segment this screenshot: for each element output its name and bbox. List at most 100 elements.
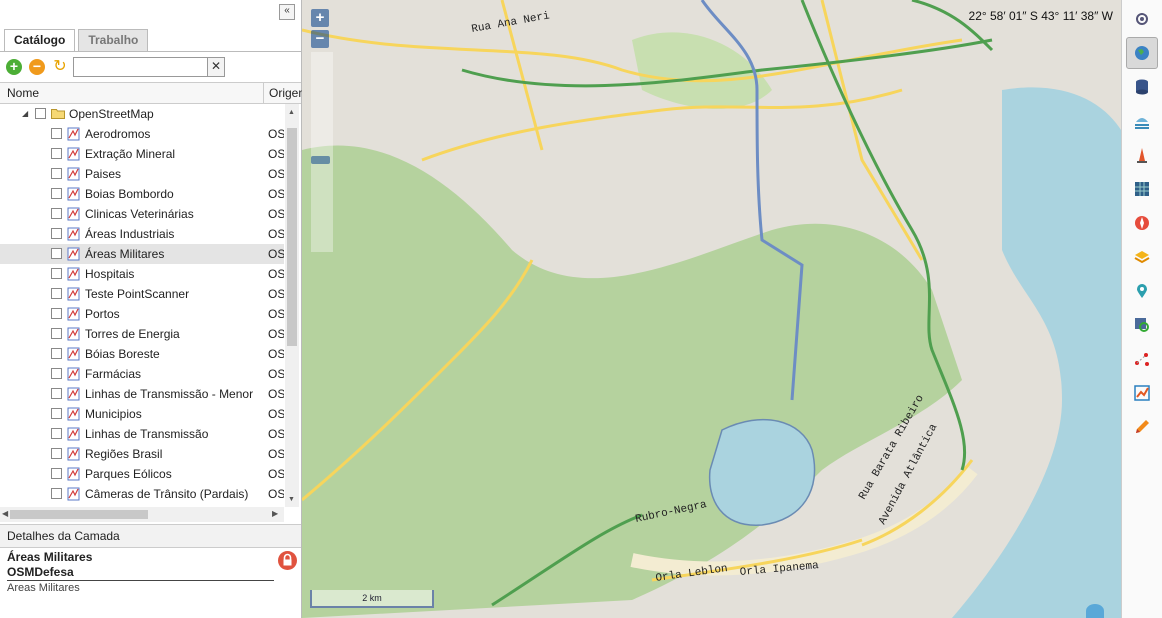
vertical-scroll-thumb[interactable] <box>287 128 297 346</box>
settings-icon[interactable] <box>1126 3 1158 35</box>
remove-icon[interactable]: − <box>29 59 45 75</box>
layer-origin: OSM <box>268 447 284 461</box>
layer-checkbox[interactable] <box>51 468 62 479</box>
layer-origin: OSM <box>268 267 284 281</box>
layer-origin: OSM <box>268 287 284 301</box>
layer-name: Farmácias <box>85 367 142 381</box>
root-checkbox[interactable] <box>35 108 46 119</box>
layer-row[interactable]: Regiões Brasil OSM <box>0 444 284 464</box>
layer-details-source[interactable]: OSMDefesa <box>7 565 274 581</box>
layer-checkbox[interactable] <box>51 248 62 259</box>
layer-icon <box>67 147 80 161</box>
right-toolbar <box>1121 0 1162 618</box>
collapse-panel-button[interactable]: « <box>279 4 295 20</box>
layer-checkbox[interactable] <box>51 308 62 319</box>
layer-row[interactable]: Aerodromos OSM <box>0 124 284 144</box>
tree-root-openstreetmap[interactable]: ◢ OpenStreetMap <box>0 104 284 124</box>
refresh-icon[interactable]: ↻ <box>52 59 68 75</box>
zoom-out-button[interactable]: − <box>311 30 329 48</box>
layer-name: Boias Bombordo <box>85 187 174 201</box>
layer-row[interactable]: Torres de Energia OSM <box>0 324 284 344</box>
layer-row[interactable]: Municipios OSM <box>0 404 284 424</box>
layers-icon[interactable] <box>1126 241 1158 273</box>
map-canvas[interactable]: Rua Ana Neri Rubro-Negra Orla Leblon Orl… <box>302 0 1121 618</box>
layer-row[interactable]: Portos OSM <box>0 304 284 324</box>
layer-row[interactable]: Parques Eólicos OSM <box>0 464 284 484</box>
layer-name: Aerodromos <box>85 127 151 141</box>
zoom-in-button[interactable]: + <box>311 9 329 27</box>
weather-icon[interactable] <box>1126 105 1158 137</box>
layer-row[interactable]: Clinicas Veterinárias OSM <box>0 204 284 224</box>
layer-checkbox[interactable] <box>51 388 62 399</box>
globe-widget-icon[interactable] <box>1086 604 1104 618</box>
layer-name: Teste PointScanner <box>85 287 190 301</box>
horizontal-scroll-thumb[interactable] <box>10 510 148 519</box>
layer-icon <box>67 367 80 381</box>
layer-row[interactable]: Áreas Militares OSM <box>0 244 284 264</box>
layer-row[interactable]: Paises OSM <box>0 164 284 184</box>
layer-name: Áreas Militares <box>85 247 165 261</box>
layer-row[interactable]: Teste PointScanner OSM <box>0 284 284 304</box>
layer-checkbox[interactable] <box>51 408 62 419</box>
tab-catalogo[interactable]: Catálogo <box>4 29 76 52</box>
scale-bar: 2 km <box>310 590 434 608</box>
layer-name: Câmeras de Trânsito (Pardais) <box>85 487 249 501</box>
layer-row[interactable]: Bóias Boreste OSM <box>0 344 284 364</box>
layer-checkbox[interactable] <box>51 128 62 139</box>
expand-arrow-icon[interactable]: ◢ <box>22 104 28 124</box>
tab-trabalho[interactable]: Trabalho <box>78 29 149 51</box>
tree-horizontal-scrollbar[interactable]: ◀ ▶ <box>0 507 284 522</box>
map-view[interactable]: Rua Ana Neri Rubro-Negra Orla Leblon Orl… <box>302 0 1121 618</box>
layer-row[interactable]: Câmeras de Trânsito (Pardais) OSM <box>0 484 284 504</box>
column-origin-header[interactable]: Origem <box>263 83 302 103</box>
globe-icon[interactable] <box>1126 37 1158 69</box>
layer-origin: OSM <box>268 207 284 221</box>
layer-checkbox[interactable] <box>51 228 62 239</box>
layer-row[interactable]: Farmácias OSM <box>0 364 284 384</box>
lock-icon[interactable] <box>278 551 297 570</box>
layer-checkbox[interactable] <box>51 428 62 439</box>
panel-tabs: Catálogo Trabalho <box>4 29 151 52</box>
grid-icon[interactable] <box>1126 173 1158 205</box>
layer-checkbox[interactable] <box>51 328 62 339</box>
placemark-icon[interactable] <box>1126 275 1158 307</box>
layer-origin: OSM <box>268 247 284 261</box>
layer-checkbox[interactable] <box>51 368 62 379</box>
zoom-slider-handle[interactable] <box>311 156 330 164</box>
layer-row[interactable]: Boias Bombordo OSM <box>0 184 284 204</box>
clear-search-icon[interactable]: ✕ <box>207 58 224 76</box>
layer-name: Extração Mineral <box>85 147 176 161</box>
layer-checkbox[interactable] <box>51 148 62 159</box>
layer-details-description: Areas Militares <box>7 582 80 594</box>
layer-row[interactable]: Hospitais OSM <box>0 264 284 284</box>
layer-checkbox[interactable] <box>51 188 62 199</box>
layer-checkbox[interactable] <box>51 288 62 299</box>
tree-vertical-scrollbar[interactable]: ▲ ▼ <box>285 104 299 507</box>
layer-checkbox[interactable] <box>51 268 62 279</box>
layer-checkbox[interactable] <box>51 448 62 459</box>
route-icon[interactable] <box>1126 343 1158 375</box>
layer-row[interactable]: Áreas Industriais OSM <box>0 224 284 244</box>
pencil-icon[interactable] <box>1126 411 1158 443</box>
layer-row[interactable]: Extração Mineral OSM <box>0 144 284 164</box>
layer-origin: OSM <box>268 327 284 341</box>
layer-checkbox[interactable] <box>51 488 62 499</box>
chart-icon[interactable] <box>1126 377 1158 409</box>
search-map-icon[interactable] <box>1126 309 1158 341</box>
zoom-slider-track[interactable] <box>311 52 333 252</box>
layer-row[interactable]: Linhas de Transmissão OSM <box>0 424 284 444</box>
layer-icon <box>67 267 80 281</box>
beacon-icon[interactable] <box>1126 139 1158 171</box>
layer-name: Bóias Boreste <box>85 347 160 361</box>
layer-checkbox[interactable] <box>51 208 62 219</box>
layer-icon <box>67 387 80 401</box>
layer-row[interactable]: Linhas de Transmissão - Menor OSM <box>0 384 284 404</box>
layer-checkbox[interactable] <box>51 168 62 179</box>
catalog-search-input[interactable] <box>74 58 208 74</box>
compass-icon[interactable] <box>1126 207 1158 239</box>
database-icon[interactable] <box>1126 71 1158 103</box>
layer-name: Municipios <box>85 407 142 421</box>
add-icon[interactable]: + <box>6 59 22 75</box>
layer-checkbox[interactable] <box>51 348 62 359</box>
column-name-header[interactable]: Nome <box>7 86 39 100</box>
